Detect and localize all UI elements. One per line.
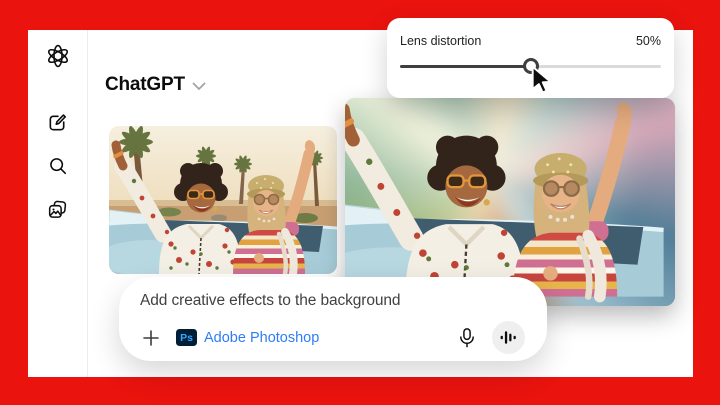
slider-fill	[400, 64, 531, 68]
slider-label: Lens distortion	[400, 34, 482, 48]
app-chip-label: Adobe Photoshop	[204, 329, 320, 346]
openai-logo	[40, 38, 76, 74]
plus-icon	[143, 329, 159, 346]
page-title: ChatGPT	[105, 74, 185, 95]
mouse-cursor	[531, 66, 552, 94]
microphone-icon	[460, 327, 474, 347]
dictate-button[interactable]	[454, 325, 480, 351]
photoshop-icon: Ps	[176, 329, 197, 346]
slider-value: 50%	[635, 34, 661, 48]
waveform-icon	[500, 331, 516, 344]
composer[interactable]: Add creative effects to the background P…	[119, 277, 547, 361]
model-switcher[interactable]: ChatGPT	[105, 74, 206, 96]
sidebar	[28, 30, 88, 377]
attach-button[interactable]	[140, 327, 162, 349]
billboard-frame: ChatGPT Lens distortion 50% Add creative…	[0, 0, 720, 405]
voice-mode-button[interactable]	[492, 321, 525, 354]
new-chat-icon[interactable]	[40, 104, 76, 140]
original-photo	[109, 126, 337, 274]
photoshop-app-chip[interactable]: Ps Adobe Photoshop	[176, 329, 319, 346]
search-icon[interactable]	[40, 148, 76, 184]
chevron-down-icon	[192, 82, 206, 90]
prompt-input[interactable]: Add creative effects to the background	[140, 292, 525, 310]
library-icon[interactable]	[40, 191, 76, 227]
edited-photo	[345, 98, 675, 306]
